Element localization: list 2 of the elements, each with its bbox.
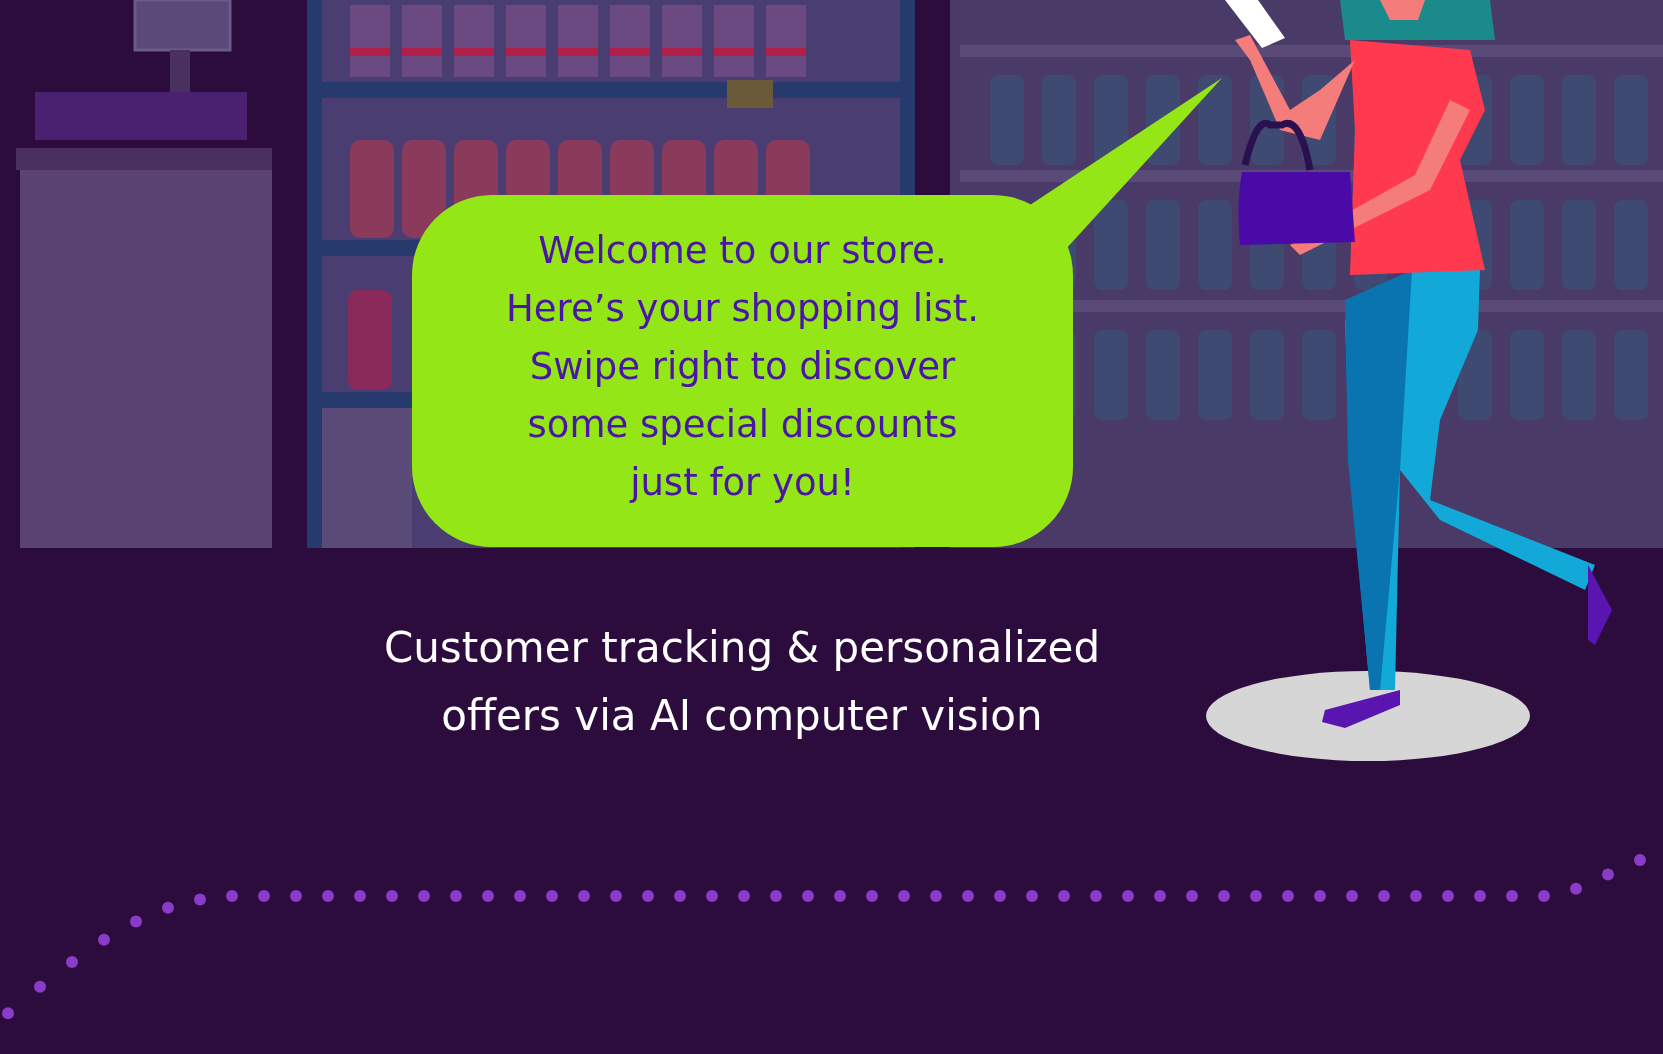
- caption-text: Customer tracking & personalized offers via AI computer vision: [382, 622, 1102, 742]
- speech-bubble-text: Welcome to our store. Here’s your shopping list. Swipe right to discover some special discounts just for you!: [505, 228, 980, 506]
